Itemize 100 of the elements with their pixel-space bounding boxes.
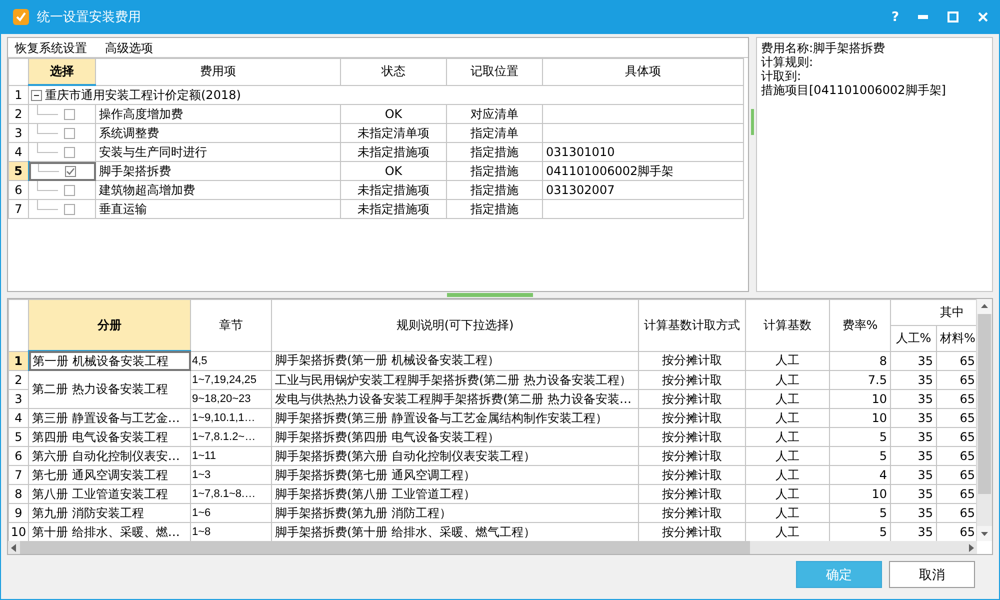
row-number: 7 bbox=[8, 466, 28, 484]
vertical-scrollbar[interactable] bbox=[976, 299, 992, 541]
table-cell: 脚手架搭拆费(第四册 电气设备安装工程） bbox=[272, 428, 638, 446]
maximize-icon[interactable] bbox=[947, 11, 959, 23]
table-cell: 未指定措施项 bbox=[340, 142, 446, 162]
table-cell: 按分摊计取 bbox=[638, 370, 746, 390]
collapse-icon[interactable] bbox=[31, 90, 42, 101]
table-cell: 10 bbox=[830, 484, 890, 504]
row-number: 4 bbox=[8, 142, 28, 162]
row-number: 5 bbox=[8, 428, 28, 446]
table-cell: 未指定措施项 bbox=[340, 200, 446, 218]
table-cell: 发电与供热热力设备安装工程脚手架搭拆费(第二册 热力设备安装… bbox=[272, 390, 638, 408]
close-icon[interactable] bbox=[977, 11, 989, 23]
info-text: 计算规则: bbox=[761, 55, 814, 69]
window-title: 统一设置安装费用 bbox=[37, 9, 141, 26]
table-cell: 1~7,8.1.2~… bbox=[190, 428, 272, 446]
column-header[interactable]: 章节 bbox=[190, 300, 272, 351]
column-header[interactable]: 规则说明(可下拉选择) bbox=[272, 300, 638, 351]
table-cell: OK bbox=[340, 162, 446, 180]
table-cell: OK bbox=[340, 104, 446, 124]
splitter-handle[interactable] bbox=[447, 293, 533, 297]
scroll-thumb[interactable] bbox=[978, 314, 991, 494]
table-cell: 人工 bbox=[746, 446, 830, 466]
column-header[interactable]: 材料% bbox=[936, 325, 976, 351]
row-number: 6 bbox=[8, 180, 28, 200]
column-header[interactable]: 计算基数计取方式 bbox=[638, 300, 746, 351]
table-cell: 脚手架搭拆费 bbox=[96, 162, 340, 180]
table-cell: 35 bbox=[890, 466, 936, 484]
table-cell: 未指定清单项 bbox=[340, 124, 446, 142]
table-cell: 1~11 bbox=[190, 446, 272, 466]
checkbox[interactable] bbox=[64, 204, 75, 214]
table-cell: 10 bbox=[830, 390, 890, 408]
table-cell: 人工 bbox=[746, 351, 830, 370]
column-header[interactable]: 人工% bbox=[890, 325, 936, 351]
row-number: 3 bbox=[8, 124, 28, 142]
checkbox[interactable] bbox=[64, 166, 76, 176]
checkbox[interactable] bbox=[64, 146, 75, 158]
table-cell: 7.5 bbox=[830, 370, 890, 390]
column-header[interactable]: 具体项 bbox=[542, 58, 744, 85]
row-number: 2 bbox=[8, 370, 28, 390]
row-number: 5 bbox=[8, 162, 28, 180]
table-cell: 1~6 bbox=[190, 504, 272, 522]
table-cell: 对应清单 bbox=[446, 104, 542, 124]
table-cell: 35 bbox=[890, 351, 936, 370]
table-cell: 4,5 bbox=[190, 351, 272, 370]
table-cell: 35 bbox=[890, 390, 936, 408]
menu-item[interactable]: 恢复系统设置 bbox=[15, 40, 87, 56]
table-cell: 按分摊计取 bbox=[638, 351, 746, 370]
table-cell: 建筑物超高增加费 bbox=[96, 180, 340, 200]
row-number: 4 bbox=[8, 408, 28, 428]
table-cell: 1~7,19,24,25 bbox=[190, 370, 272, 390]
table-cell: 4 bbox=[830, 466, 890, 484]
table-cell: 第六册 自动化控制仪表安… bbox=[28, 446, 190, 466]
table-cell: 1~7,8.1~8.… bbox=[190, 484, 272, 504]
checkbox[interactable] bbox=[64, 184, 75, 196]
scroll-thumb[interactable] bbox=[20, 541, 750, 554]
column-header[interactable]: 计算基数 bbox=[746, 300, 830, 351]
row-number: 1 bbox=[8, 85, 28, 104]
table-cell: 按分摊计取 bbox=[638, 390, 746, 408]
splitter-handle[interactable] bbox=[751, 109, 754, 135]
row-number: 7 bbox=[8, 200, 28, 218]
table-cell: 5 bbox=[830, 504, 890, 522]
column-header[interactable]: 费用项 bbox=[96, 58, 340, 85]
table-cell: 35 bbox=[890, 446, 936, 466]
table-cell: 脚手架搭拆费(第六册 自动化控制仪表安装工程） bbox=[272, 446, 638, 466]
scroll-up-icon[interactable] bbox=[977, 299, 992, 314]
table-cell: 按分摊计取 bbox=[638, 428, 746, 446]
table-cell: 垂直运输 bbox=[96, 200, 340, 218]
table-cell: 按分摊计取 bbox=[638, 408, 746, 428]
table-cell: 指定措施 bbox=[446, 162, 542, 180]
table-cell: 系统调整费 bbox=[96, 124, 340, 142]
table-cell: 未指定措施项 bbox=[340, 180, 446, 200]
horizontal-scrollbar[interactable] bbox=[8, 541, 977, 554]
column-header[interactable]: 状态 bbox=[340, 58, 446, 85]
checkbox[interactable] bbox=[64, 108, 75, 120]
scroll-down-icon[interactable] bbox=[977, 526, 992, 541]
column-header[interactable]: 其中 bbox=[890, 300, 976, 326]
table-cell: 第八册 工业管道安装工程 bbox=[28, 484, 190, 504]
table-cell: 按分摊计取 bbox=[638, 446, 746, 466]
checkbox[interactable] bbox=[64, 128, 75, 138]
table-cell: 按分摊计取 bbox=[638, 484, 746, 504]
table-cell: 1~9,10.1,1… bbox=[190, 408, 272, 428]
table-cell: 第三册 静置设备与工艺金… bbox=[28, 408, 190, 428]
table-cell: 35 bbox=[890, 504, 936, 522]
table-cell: 10 bbox=[830, 408, 890, 428]
table-cell: 指定措施 bbox=[446, 142, 542, 162]
cancel-button[interactable]: 取消 bbox=[889, 561, 975, 588]
menu-item[interactable]: 高级选项 bbox=[105, 40, 153, 56]
table-cell: 35 bbox=[890, 408, 936, 428]
table-cell: 人工 bbox=[746, 484, 830, 504]
column-header[interactable]: 记取位置 bbox=[446, 58, 542, 85]
table-cell: 指定措施 bbox=[446, 180, 542, 200]
table-cell: 第二册 热力设备安装工程 bbox=[28, 370, 190, 408]
column-header[interactable]: 选择 bbox=[28, 58, 96, 85]
table-cell: 脚手架搭拆费(第八册 工业管道工程） bbox=[272, 484, 638, 504]
table-cell: 031302007 bbox=[542, 180, 744, 200]
table-cell: 脚手架搭拆费(第三册 静置设备与工艺金属结构制作安装工程） bbox=[272, 408, 638, 428]
column-header[interactable]: 分册 bbox=[28, 300, 190, 351]
column-header[interactable]: 费率% bbox=[830, 300, 890, 351]
table-cell: 脚手架搭拆费(第七册 通风空调工程） bbox=[272, 466, 638, 484]
